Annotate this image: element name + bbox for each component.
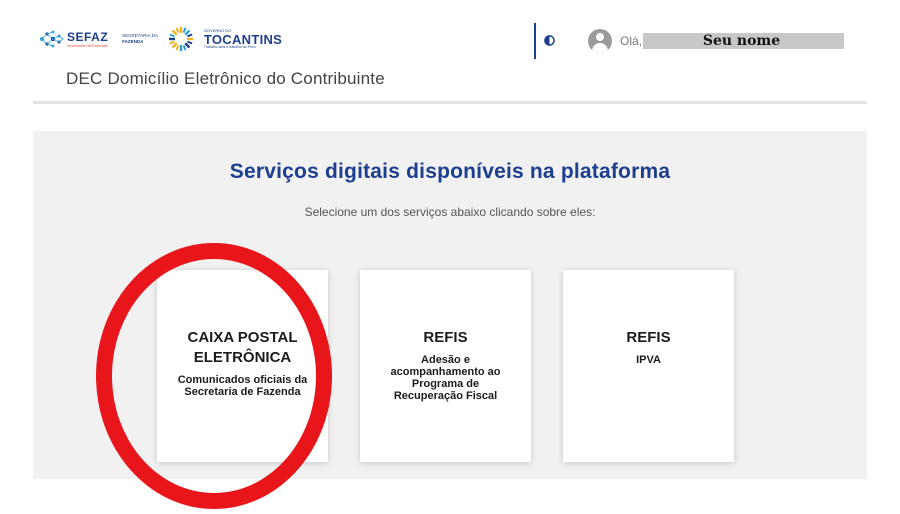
service-card-title: REFIS	[423, 329, 468, 346]
service-card-description: Adesão e acompanhamento ao Programa de R…	[390, 354, 501, 402]
sefaz-logo-text: SEFAZ	[67, 29, 109, 44]
header-rule	[33, 101, 867, 104]
sefaz-logo[interactable]: SEFAZ Secretaria da Fazenda	[38, 29, 108, 49]
tocantins-sun-icon	[168, 27, 193, 51]
tocantins-logo-text: TOCANTINS	[203, 31, 283, 47]
service-card-title: CAIXA POSTAL ELETRÔNICA	[187, 329, 298, 366]
service-card-refis-programa[interactable]: REFIS Adesão e acompanhamento ao Program…	[360, 270, 531, 462]
page-subtitle: Selecione um dos serviços abaixo clicand…	[304, 205, 596, 219]
user-name: Seu nome	[643, 33, 844, 49]
service-card-description: Comunicados oficiais da Secretaria de Fa…	[177, 374, 308, 398]
service-card-description: IPVA	[636, 354, 661, 366]
secretaria-logo: SECRETARIA DA FAZENDA	[122, 33, 158, 44]
secretaria-logo-line2: FAZENDA	[122, 39, 144, 44]
user-greeting: Olá,	[620, 34, 643, 48]
user-menu[interactable]: Olá,	[588, 29, 642, 53]
logo-group[interactable]: SEFAZ Secretaria da Fazenda SECRETARIA D…	[38, 24, 282, 54]
app-title-abbr: DEC	[66, 69, 103, 88]
user-name-text: Seu nome	[702, 33, 781, 49]
app-title: DEC Domicílio Eletrônico do Contribuinte	[66, 69, 385, 89]
user-avatar-icon[interactable]	[588, 29, 612, 53]
service-card-title: REFIS	[626, 329, 671, 346]
app-title-text: Domicílio Eletrônico do Contribuinte	[107, 69, 385, 88]
sefaz-circuit-icon	[40, 30, 64, 48]
page-header: SEFAZ Secretaria da Fazenda SECRETARIA D…	[0, 0, 900, 104]
page-title: Serviços digitais disponíveis na platafo…	[229, 160, 671, 183]
sefaz-logo-tagline: Secretaria da Fazenda	[67, 42, 108, 48]
service-card-caixa-postal[interactable]: CAIXA POSTAL ELETRÔNICA Comunicados ofic…	[157, 270, 328, 462]
contrast-icon[interactable]	[544, 35, 555, 46]
service-card-refis-ipva[interactable]: REFIS IPVA	[563, 270, 734, 462]
tocantins-logo-tagline: Trabalho atrai o trabalho do Povo	[203, 44, 256, 49]
header-divider	[534, 23, 536, 59]
tocantins-logo: GOVERNO DO TOCANTINS Trabalho atrai o tr…	[203, 28, 283, 50]
